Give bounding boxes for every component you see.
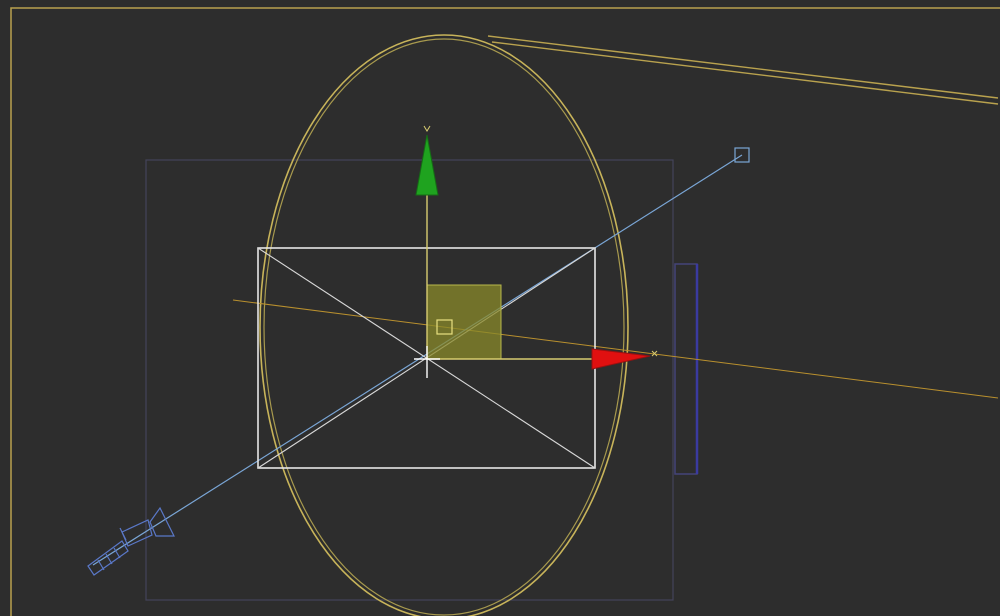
3d-viewport[interactable] [0,0,1000,616]
viewport-scene[interactable] [0,0,1000,616]
gizmo-xy-plane-handle[interactable] [426,284,502,360]
background-plane-outline[interactable] [145,159,674,601]
spline-top-right[interactable] [487,35,999,105]
viewport-active-border [10,7,1000,616]
guide-line-orange [232,299,999,399]
camera-lens [121,519,153,547]
gizmo-y-axis-arrow[interactable] [415,134,439,196]
side-plane-outline[interactable] [674,263,698,475]
camera-target-line [92,154,743,566]
gizmo-y-axis-label [423,125,431,132]
